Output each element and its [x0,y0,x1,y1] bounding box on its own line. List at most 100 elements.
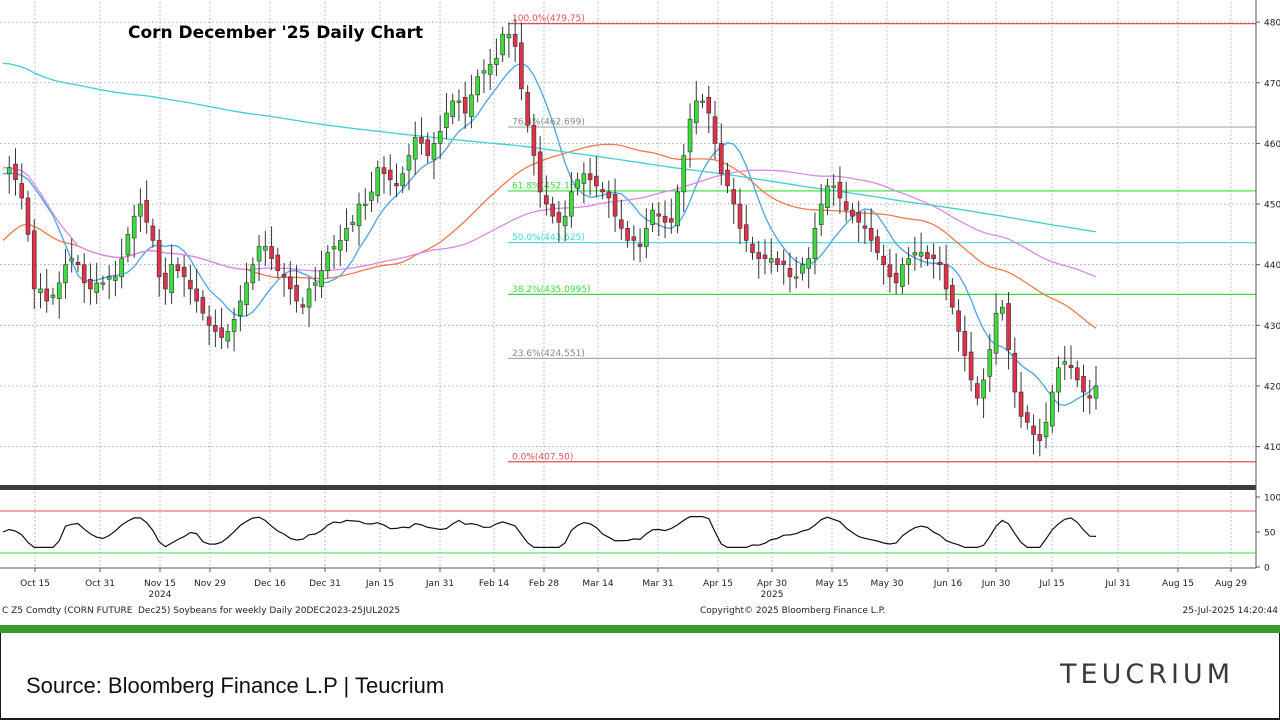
candle-down [594,175,599,187]
x-tick-label: Jun 16 [933,579,963,589]
series-description: Dec25) Soybeans for weekly Daily 20DEC20… [138,606,400,616]
candle-down [875,236,880,253]
candle-up [812,228,818,259]
candle-down [756,252,762,259]
candle-up [100,282,106,285]
candle-down [81,264,87,284]
candle-up [344,228,349,241]
candle-up [50,294,56,298]
candle-down [181,266,187,278]
candle-up [312,282,318,286]
candle-up [1043,422,1049,438]
candle-up [138,203,143,217]
candle-up [437,130,443,144]
candle-up [169,264,174,293]
candle-up [113,276,118,281]
chart-title: Corn December '25 Daily Chart [128,23,423,43]
candle-down [213,325,218,332]
candle-down [25,197,31,235]
candle-down [163,272,168,290]
candle-down [144,200,149,223]
fib-label: 38.2%(435.0995) [512,285,591,295]
candle-down [1068,365,1074,369]
candle-down [519,42,524,90]
x-tick-label: Oct 31 [85,579,115,589]
candle-down [281,274,287,278]
candle-down [1006,303,1011,350]
candle-up [319,270,324,287]
candle-down [425,139,431,156]
candle-down [656,213,662,217]
fib-label: 0.0%(407.50) [512,452,573,462]
candle-up [119,258,124,278]
candle-up [331,246,337,250]
candle-up [225,331,231,342]
panel-separator[interactable] [0,485,1256,490]
candle-down [188,280,193,290]
candle-up [481,70,487,74]
copyright-label: Copyright© 2025 Bloomberg Finance L.P. [700,606,885,616]
candle-down [962,331,968,356]
candle-down [537,151,543,193]
candle-down [175,264,181,272]
candle-up [244,282,249,306]
x-tick-label: Jul 31 [1104,579,1130,589]
candle-down [544,195,549,205]
candle-down [725,169,730,187]
candle-down [1037,434,1043,441]
y-tick-label: 460 [1264,140,1280,150]
candle-up [63,264,68,284]
candle-down [300,304,306,308]
candle-down [275,254,281,272]
candle-up [469,94,474,118]
candle-down [381,167,387,175]
x-tick-label: Apr 15 [703,579,733,589]
candle-up [768,258,774,263]
x-tick-label: Apr 30 [757,579,787,589]
x-tick-label: Mar 31 [642,579,673,589]
candle-down [75,261,81,265]
candle-down [194,288,199,302]
y-tick-label: 430 [1264,322,1280,332]
candle-up [431,143,437,160]
candle-down [525,92,530,126]
candle-down [881,255,886,265]
candle-down [668,218,674,223]
year-label: 2025 [761,590,784,600]
candle-up [1000,306,1005,314]
candle-up [125,234,131,256]
candle-down [206,316,212,326]
fib-label: 23.6%(424.551) [512,349,585,359]
candle-down [712,116,718,144]
candle-up [369,191,374,201]
y-tick-label: 440 [1264,261,1280,271]
candle-down [462,97,468,114]
candle-down [631,236,637,241]
candle-up [444,112,449,128]
candle-down [893,272,899,284]
candle-down [718,143,724,175]
candle-down [1087,395,1093,399]
timestamp-label: 25-Jul-2025 14:20:44 [1183,606,1279,616]
x-tick-label: Jan 15 [365,579,394,589]
candle-down [868,228,874,241]
candle-up [131,215,137,239]
x-tick-label: May 15 [816,579,849,589]
candle-down [887,264,893,278]
year-label: 2024 [149,590,172,600]
candle-up [38,288,43,293]
fib-label: 50.0%(443.625) [512,233,585,243]
candle-up [818,203,824,225]
y-tick-label: 450 [1264,201,1280,211]
candle-down [44,288,50,302]
candle-down [1031,425,1036,435]
y-tick-label: 480 [1264,19,1280,29]
candle-down [750,243,755,253]
candle-up [918,252,924,257]
candle-down [606,191,612,199]
candle-up [487,64,493,75]
x-tick-label: Nov 29 [194,579,226,589]
candle-down [843,201,849,211]
candle-up [400,173,406,187]
candle-up [650,209,655,225]
